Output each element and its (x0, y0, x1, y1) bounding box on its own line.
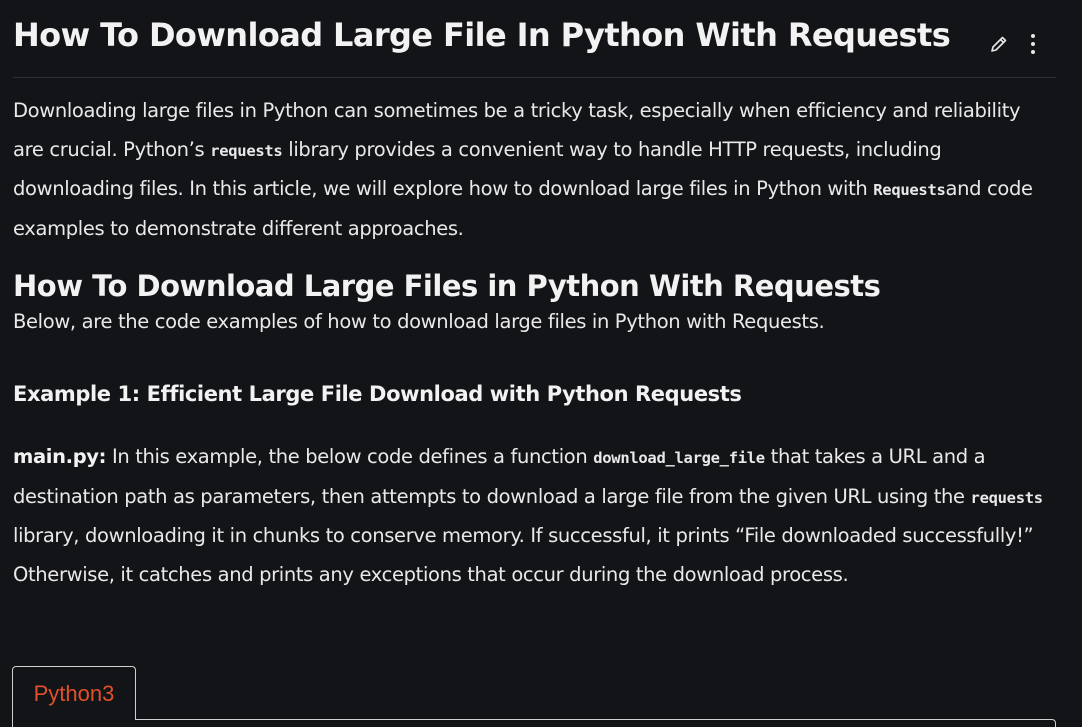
inline-code-requests-capital: Requests (873, 181, 946, 199)
section-intro: Below, are the code examples of how to d… (13, 310, 825, 333)
section-heading: How To Download Large Files in Python Wi… (13, 269, 881, 303)
file-label: main.py: (13, 445, 107, 468)
code-block (12, 719, 1056, 727)
tab-python3[interactable]: Python3 (12, 666, 136, 720)
code-tabs: Python3 (12, 666, 1056, 727)
inline-code-function: download_large_file (593, 449, 765, 467)
article-page: How To Download Large File In Python Wit… (0, 0, 1082, 727)
more-vertical-icon[interactable] (1022, 30, 1044, 58)
article-title: How To Download Large File In Python Wit… (13, 16, 951, 54)
example-description: main.py: In this example, the below code… (13, 445, 1044, 586)
article-header: How To Download Large File In Python Wit… (13, 0, 1056, 78)
example-heading: Example 1: Efficient Large File Download… (13, 382, 742, 406)
pencil-icon[interactable] (988, 30, 1010, 58)
header-actions (988, 30, 1044, 58)
article-body: Downloading large files in Python can so… (13, 78, 1056, 594)
inline-code-library: requests (970, 488, 1044, 507)
inline-code-requests: requests (210, 141, 283, 160)
intro-paragraph: Downloading large files in Python can so… (13, 99, 1033, 240)
